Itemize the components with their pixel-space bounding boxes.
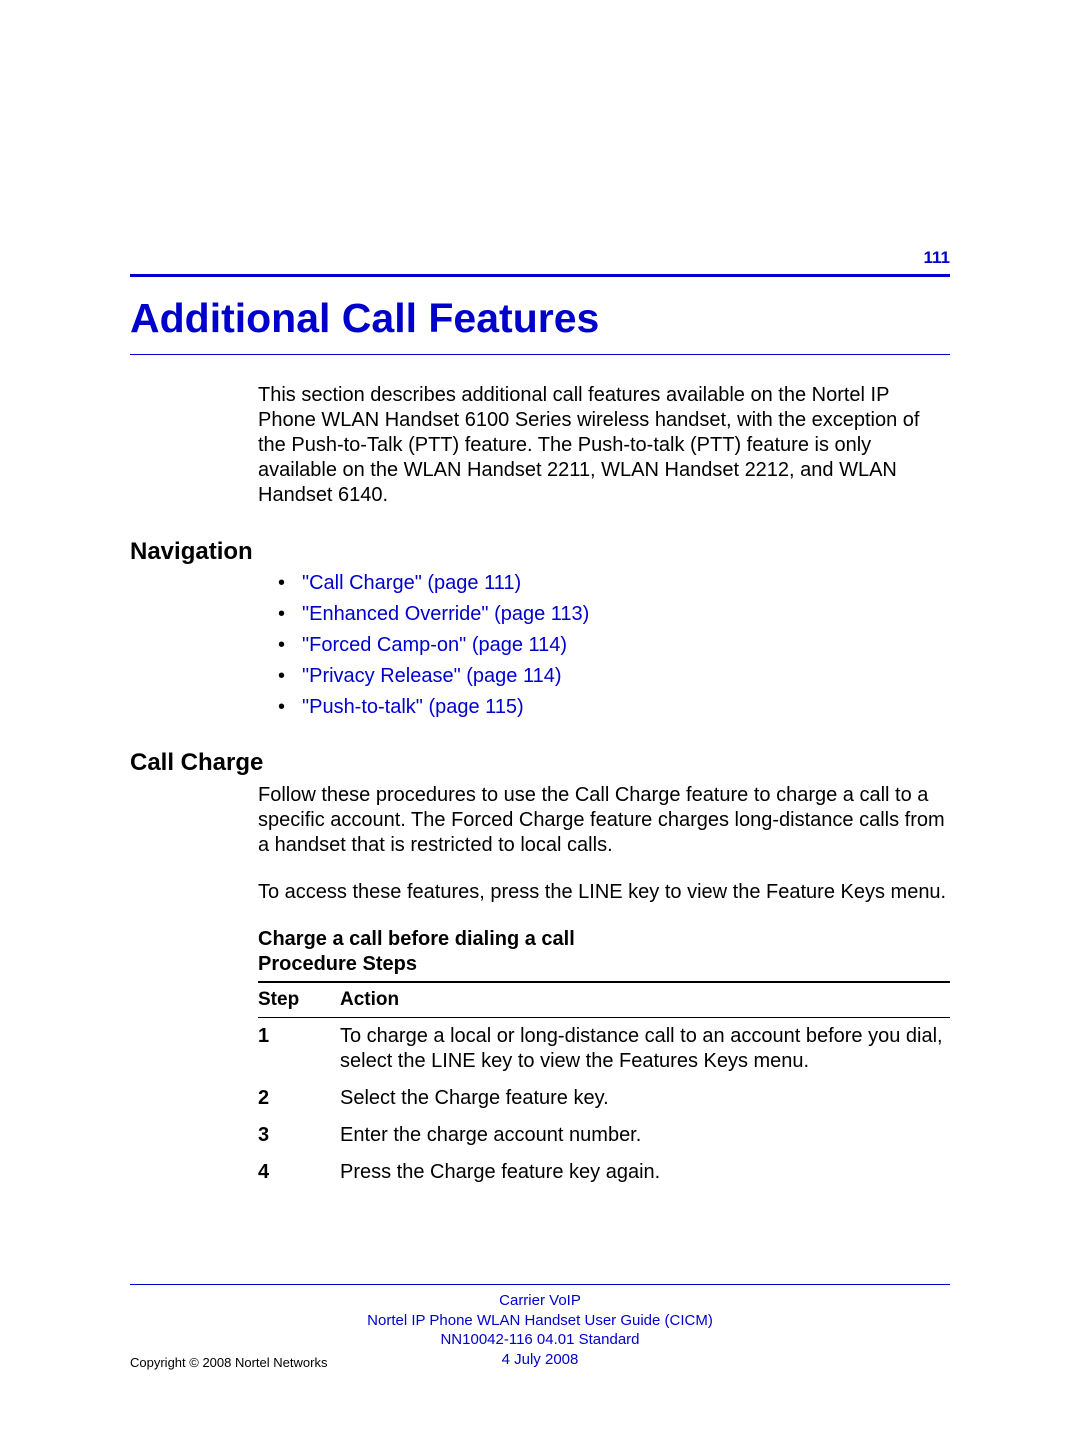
navigation-heading: Navigation [130,538,950,566]
step-action: Select the Charge feature key. [340,1086,950,1111]
call-charge-para1: Follow these procedures to use the Call … [258,783,950,858]
procedure-steps-table: Step Action 1 To charge a local or long-… [258,981,950,1191]
navigation-list: "Call Charge" (page 111) "Enhanced Overr… [278,572,950,719]
step-number: 4 [258,1160,340,1185]
table-row: 2 Select the Charge feature key. [258,1080,950,1117]
page-footer: Carrier VoIP Nortel IP Phone WLAN Handse… [130,1284,950,1370]
nav-item-forced-camp-on: "Forced Camp-on" (page 114) [278,634,950,657]
footer-rule [130,1284,950,1285]
footer-line3: NN10042-116 04.01 Standard [130,1330,950,1350]
call-charge-body: Follow these procedures to use the Call … [258,783,950,905]
table-row: 1 To charge a local or long-distance cal… [258,1018,950,1080]
procedure-subhead: Charge a call before dialing a call Proc… [258,927,950,977]
step-action: To charge a local or long-distance call … [340,1024,950,1074]
nav-item-enhanced-override: "Enhanced Override" (page 113) [278,603,950,626]
nav-link-call-charge[interactable]: "Call Charge" (page 111) [302,572,521,594]
step-number: 1 [258,1024,340,1074]
nav-item-push-to-talk: "Push-to-talk" (page 115) [278,696,950,719]
footer-line2: Nortel IP Phone WLAN Handset User Guide … [130,1311,950,1331]
subhead-line2: Procedure Steps [258,953,417,975]
call-charge-heading: Call Charge [130,749,950,777]
header-action: Action [340,989,950,1011]
nav-item-call-charge: "Call Charge" (page 111) [278,572,950,595]
nav-link-privacy-release[interactable]: "Privacy Release" (page 114) [302,665,562,687]
nav-link-forced-camp-on[interactable]: "Forced Camp-on" (page 114) [302,634,567,656]
nav-link-push-to-talk[interactable]: "Push-to-talk" (page 115) [302,696,524,718]
table-row: 4 Press the Charge feature key again. [258,1154,950,1191]
nav-link-enhanced-override[interactable]: "Enhanced Override" (page 113) [302,603,589,625]
header-step: Step [258,989,340,1011]
copyright-text: Copyright © 2008 Nortel Networks [130,1355,327,1370]
intro-paragraph: This section describes additional call f… [258,383,950,508]
page-number: 111 [130,248,950,268]
nav-item-privacy-release: "Privacy Release" (page 114) [278,665,950,688]
subhead-line1: Charge a call before dialing a call [258,928,575,950]
table-header-row: Step Action [258,983,950,1017]
step-action: Enter the charge account number. [340,1123,950,1148]
top-rule [130,274,950,277]
chapter-title: Additional Call Features [130,295,950,342]
title-underline-rule [130,354,950,355]
table-row: 3 Enter the charge account number. [258,1117,950,1154]
step-number: 3 [258,1123,340,1148]
document-page: 111 Additional Call Features This sectio… [0,0,1080,1440]
step-number: 2 [258,1086,340,1111]
step-action: Press the Charge feature key again. [340,1160,950,1185]
call-charge-para2: To access these features, press the LINE… [258,880,950,905]
footer-line1: Carrier VoIP [130,1291,950,1311]
